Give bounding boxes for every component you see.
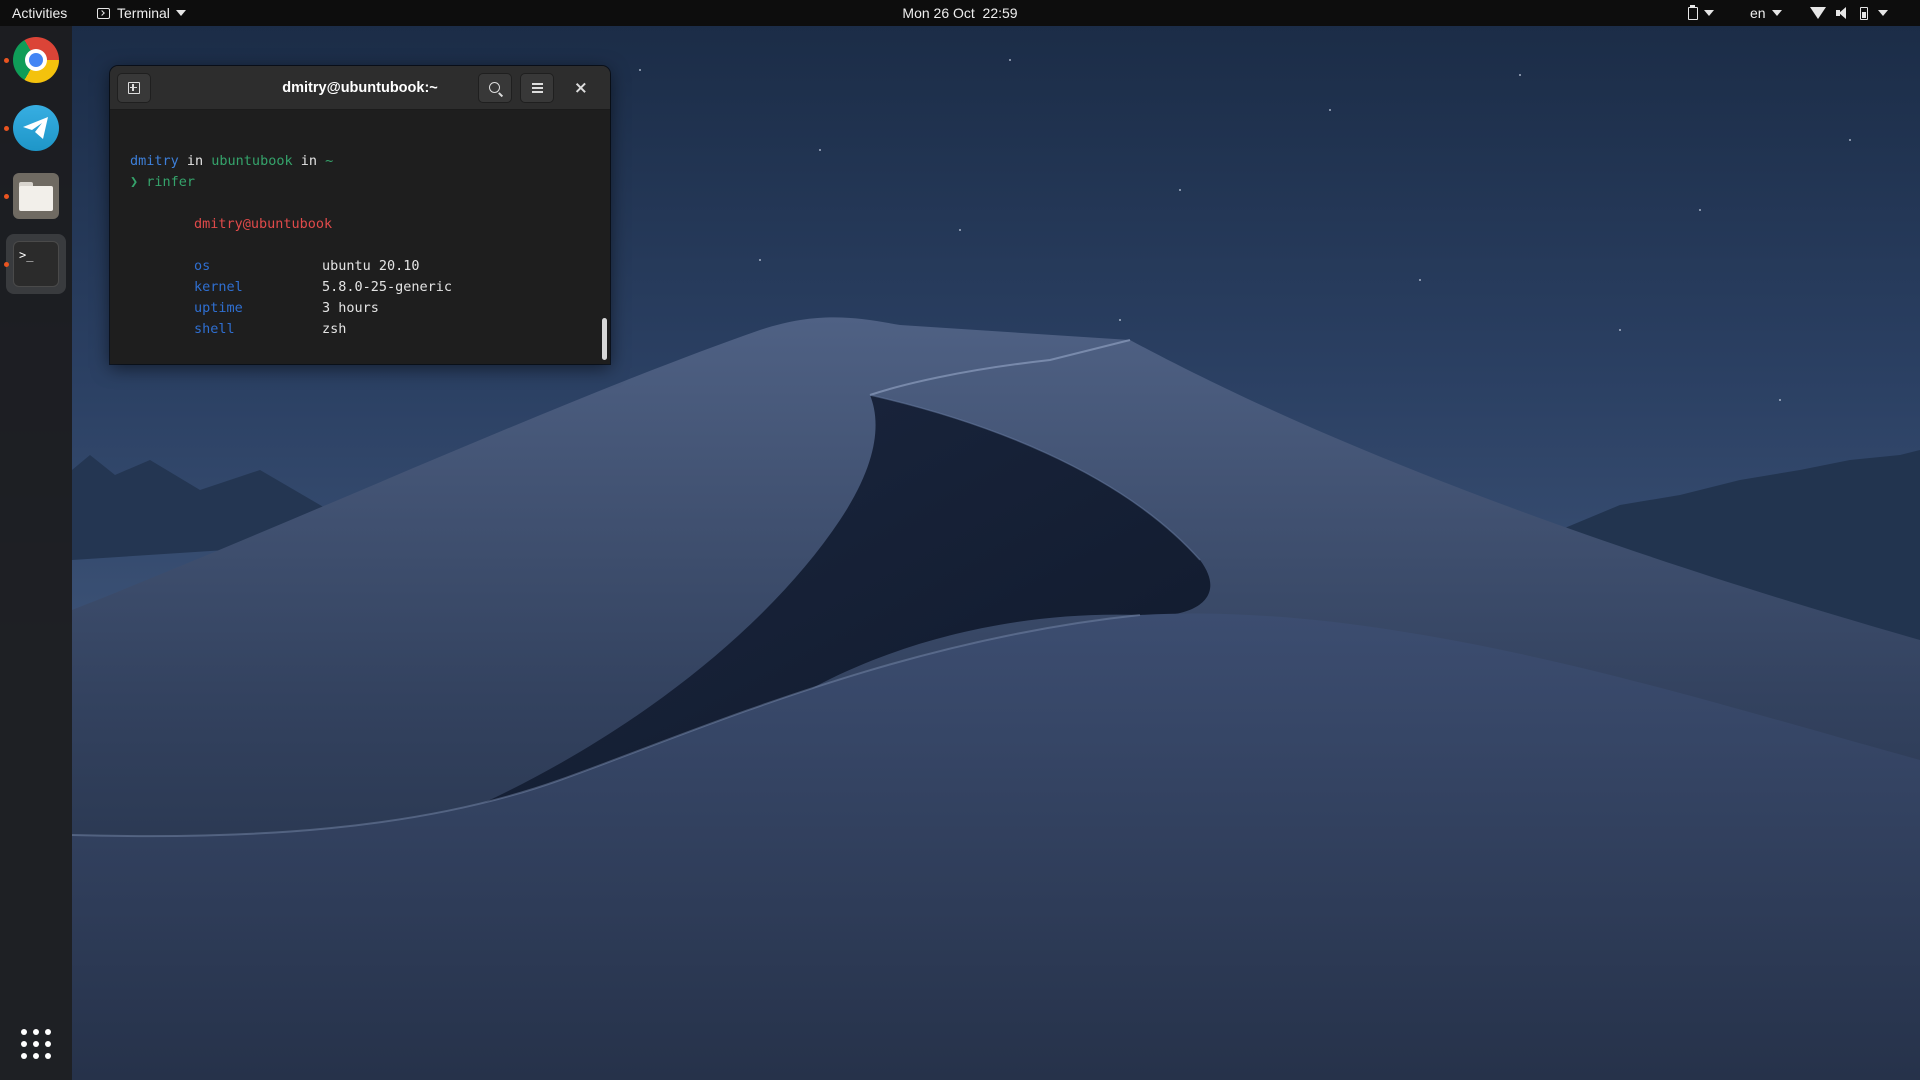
terminal-icon: >_ xyxy=(13,241,59,287)
new-tab-icon xyxy=(128,82,140,94)
close-button[interactable] xyxy=(566,73,596,103)
running-indicator xyxy=(4,58,9,63)
language-label: en xyxy=(1750,5,1766,21)
app-grid-icon xyxy=(21,1029,27,1035)
top-bar: Activities Terminal Mon 26 Oct 22:59 en xyxy=(0,0,1920,26)
prompt-host: ubuntubook xyxy=(211,153,293,169)
command-text: rinfer xyxy=(138,174,196,190)
info-key: kernel xyxy=(194,279,243,295)
files-icon xyxy=(13,173,59,219)
prompt-user: dmitry xyxy=(130,153,179,169)
close-icon xyxy=(576,82,586,93)
chevron-down-icon xyxy=(175,10,186,16)
output-userhost: dmitry@ubuntubook xyxy=(194,216,333,232)
info-value: 3 hours xyxy=(322,300,379,316)
new-tab-button[interactable] xyxy=(117,73,151,103)
prompt-in: in xyxy=(292,153,326,169)
terminal-headerbar[interactable]: dmitry@ubuntubook:~ xyxy=(110,66,610,110)
prompt-line: dmitry in ubuntubook in ~ xyxy=(130,151,333,172)
clock-container: Mon 26 Oct 22:59 xyxy=(0,0,1920,26)
command-line: ❯ rinfer xyxy=(130,172,195,193)
terminal-content[interactable]: dmitry in ubuntubook in ~ ❯ rinfer dmitr… xyxy=(110,110,600,364)
terminal-icon-glyph: >_ xyxy=(19,248,34,262)
chevron-down-icon xyxy=(1878,10,1888,16)
volume-icon xyxy=(1836,7,1850,19)
search-icon xyxy=(489,82,500,93)
scrollbar-thumb[interactable] xyxy=(602,318,607,360)
chevron-down-icon xyxy=(1771,10,1782,16)
dock-item-files[interactable] xyxy=(4,166,66,226)
terminal-window[interactable]: dmitry@ubuntubook:~ dmitry in ubuntubook… xyxy=(110,66,610,364)
running-indicator xyxy=(4,262,9,267)
clipboard-icon xyxy=(1688,4,1698,20)
show-applications-button[interactable] xyxy=(21,1029,51,1059)
app-menu-button[interactable]: Terminal xyxy=(97,0,186,26)
info-value: 5.8.0-25-generic xyxy=(322,279,453,295)
telegram-icon xyxy=(13,105,59,151)
clipboard-indicator[interactable] xyxy=(1688,0,1714,26)
battery-icon xyxy=(1860,6,1868,20)
prompt-in: in xyxy=(178,153,212,169)
system-menu[interactable] xyxy=(1810,0,1888,26)
dock-item-terminal[interactable]: >_ xyxy=(4,234,66,294)
activities-button[interactable]: Activities xyxy=(12,0,67,26)
info-key: uptime xyxy=(194,300,243,316)
search-button[interactable] xyxy=(478,73,512,103)
running-indicator xyxy=(4,126,9,131)
info-key: os xyxy=(194,258,211,274)
info-value: ubuntu 20.10 xyxy=(322,258,420,274)
desktop: Activities Terminal Mon 26 Oct 22:59 en xyxy=(0,0,1920,1080)
dock: >_ xyxy=(0,26,72,1080)
hamburger-menu-icon xyxy=(532,83,543,85)
info-key: shell xyxy=(194,321,235,337)
clock-button[interactable]: Mon 26 Oct 22:59 xyxy=(902,0,1017,26)
dock-item-telegram[interactable] xyxy=(4,98,66,158)
scrollbar[interactable] xyxy=(600,110,610,364)
dock-item-chrome[interactable] xyxy=(4,30,66,90)
app-menu-label: Terminal xyxy=(117,5,170,21)
info-value: zsh xyxy=(322,321,347,337)
chrome-icon xyxy=(13,37,59,83)
chevron-down-icon xyxy=(1704,10,1714,16)
activities-label: Activities xyxy=(12,5,68,21)
prompt-symbol: ❯ xyxy=(130,174,139,190)
terminal-icon xyxy=(97,7,110,19)
keyboard-layout-indicator[interactable]: en xyxy=(1750,0,1782,26)
wifi-icon xyxy=(1810,7,1826,19)
prompt-dir: ~ xyxy=(325,153,334,169)
menu-button[interactable] xyxy=(520,73,554,103)
running-indicator xyxy=(4,194,9,199)
